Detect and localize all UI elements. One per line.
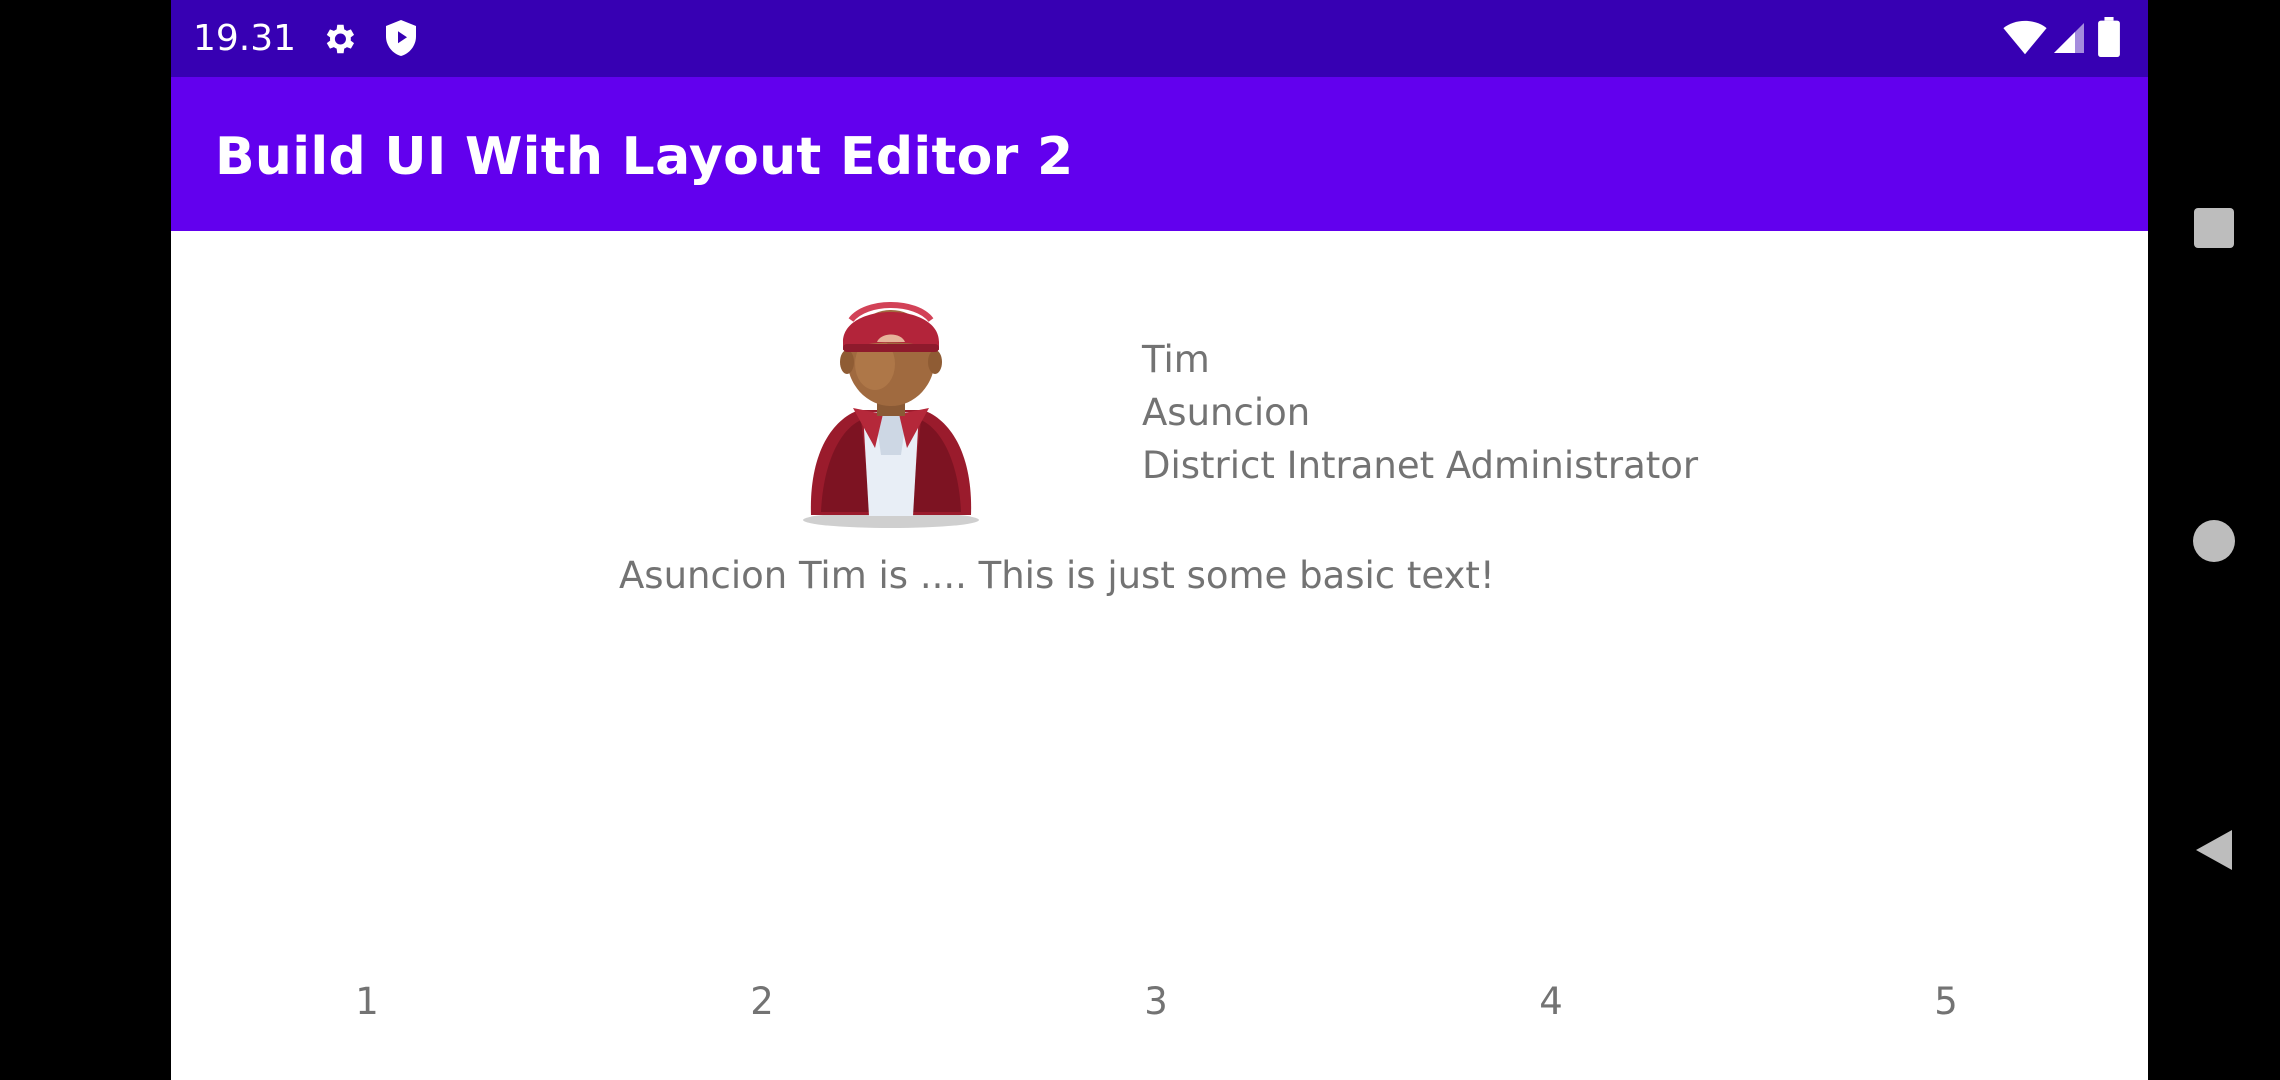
gear-icon xyxy=(326,24,355,54)
person-avatar-icon xyxy=(803,302,979,528)
number-5: 5 xyxy=(1934,980,1958,1023)
last-name: Asuncion xyxy=(1142,391,1311,434)
number-row: 1 2 3 4 5 xyxy=(171,980,2148,1030)
number-4: 4 xyxy=(1539,980,1563,1023)
signal-icon xyxy=(2054,23,2084,53)
first-name: Tim xyxy=(1142,338,1210,381)
number-3: 3 xyxy=(1144,980,1168,1023)
bio-text: Asuncion Tim is .... This is just some b… xyxy=(619,554,1495,597)
shield-icon xyxy=(386,20,416,56)
back-icon[interactable] xyxy=(2190,826,2238,874)
battery-icon xyxy=(2098,17,2120,57)
number-1: 1 xyxy=(355,980,379,1023)
app-title: Build UI With Layout Editor 2 xyxy=(215,127,1074,187)
navigation-bar xyxy=(2148,0,2280,1080)
status-bar: 19.31 xyxy=(171,0,2148,77)
app-screen: 19.31 Build UI With Layout Editor 2 Tim … xyxy=(171,0,2148,1080)
job-title: District Intranet Administrator xyxy=(1142,444,1699,487)
home-icon[interactable] xyxy=(2193,520,2235,562)
wifi-icon xyxy=(2003,20,2047,55)
status-time: 19.31 xyxy=(193,18,297,59)
recents-icon[interactable] xyxy=(2194,208,2234,248)
app-bar: Build UI With Layout Editor 2 xyxy=(171,77,2148,231)
number-2: 2 xyxy=(750,980,774,1023)
